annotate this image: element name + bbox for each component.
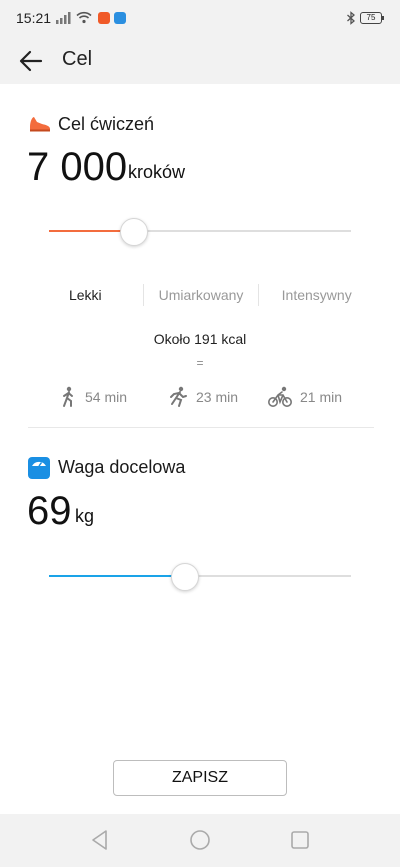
navigation-bar (0, 814, 400, 867)
weight-value: 69 (27, 489, 72, 533)
activity-walking: 54 min (59, 385, 127, 409)
health-app-notification-icon (114, 12, 126, 24)
level-intense[interactable]: Intensywny (259, 283, 374, 307)
section-divider (28, 427, 374, 428)
cycling-duration: 21 min (300, 389, 343, 405)
steps-unit: kroków (128, 162, 186, 182)
level-light[interactable]: Lekki (28, 283, 143, 307)
weight-slider-thumb[interactable] (170, 563, 199, 591)
bluetooth-icon (347, 11, 355, 25)
app-bar: Cel (0, 38, 400, 84)
wifi-icon (76, 11, 92, 24)
level-moderate[interactable]: Umiarkowany (144, 283, 259, 307)
cycling-icon (268, 386, 292, 407)
scale-icon (28, 457, 50, 479)
signal-icon (56, 12, 71, 24)
status-time: 15:21 (16, 10, 52, 26)
weight-goal-title: Waga docelowa (58, 457, 186, 477)
nav-home-icon[interactable] (189, 829, 211, 851)
running-icon (170, 386, 187, 407)
kcal-estimate: Około 191 kcal (153, 331, 247, 347)
exercise-goal-title: Cel ćwiczeń (58, 114, 155, 134)
page-title: Cel (62, 48, 93, 70)
equals-sign: = (196, 356, 204, 370)
nav-recents-icon[interactable] (290, 829, 310, 851)
nav-back-icon[interactable] (90, 829, 110, 851)
weight-unit: kg (75, 506, 95, 526)
battery-icon: 75 (360, 12, 384, 24)
status-bar: 15:21 75 (0, 0, 400, 38)
steps-slider-thumb[interactable] (119, 218, 148, 246)
back-arrow-icon[interactable] (16, 46, 46, 76)
activity-running: 23 min (168, 385, 238, 409)
walking-icon (63, 386, 73, 407)
activity-cycling: 21 min (268, 385, 342, 409)
app-notification-icon (98, 12, 110, 24)
walking-duration: 54 min (85, 389, 128, 405)
running-duration: 23 min (196, 389, 239, 405)
save-button[interactable]: ZAPISZ (113, 760, 287, 796)
weight-slider-fill (49, 575, 185, 577)
steps-value: 7 000 (27, 145, 128, 189)
intensity-levels: Lekki Umiarkowany Intensywny (28, 283, 374, 307)
shoe-icon (30, 117, 50, 132)
